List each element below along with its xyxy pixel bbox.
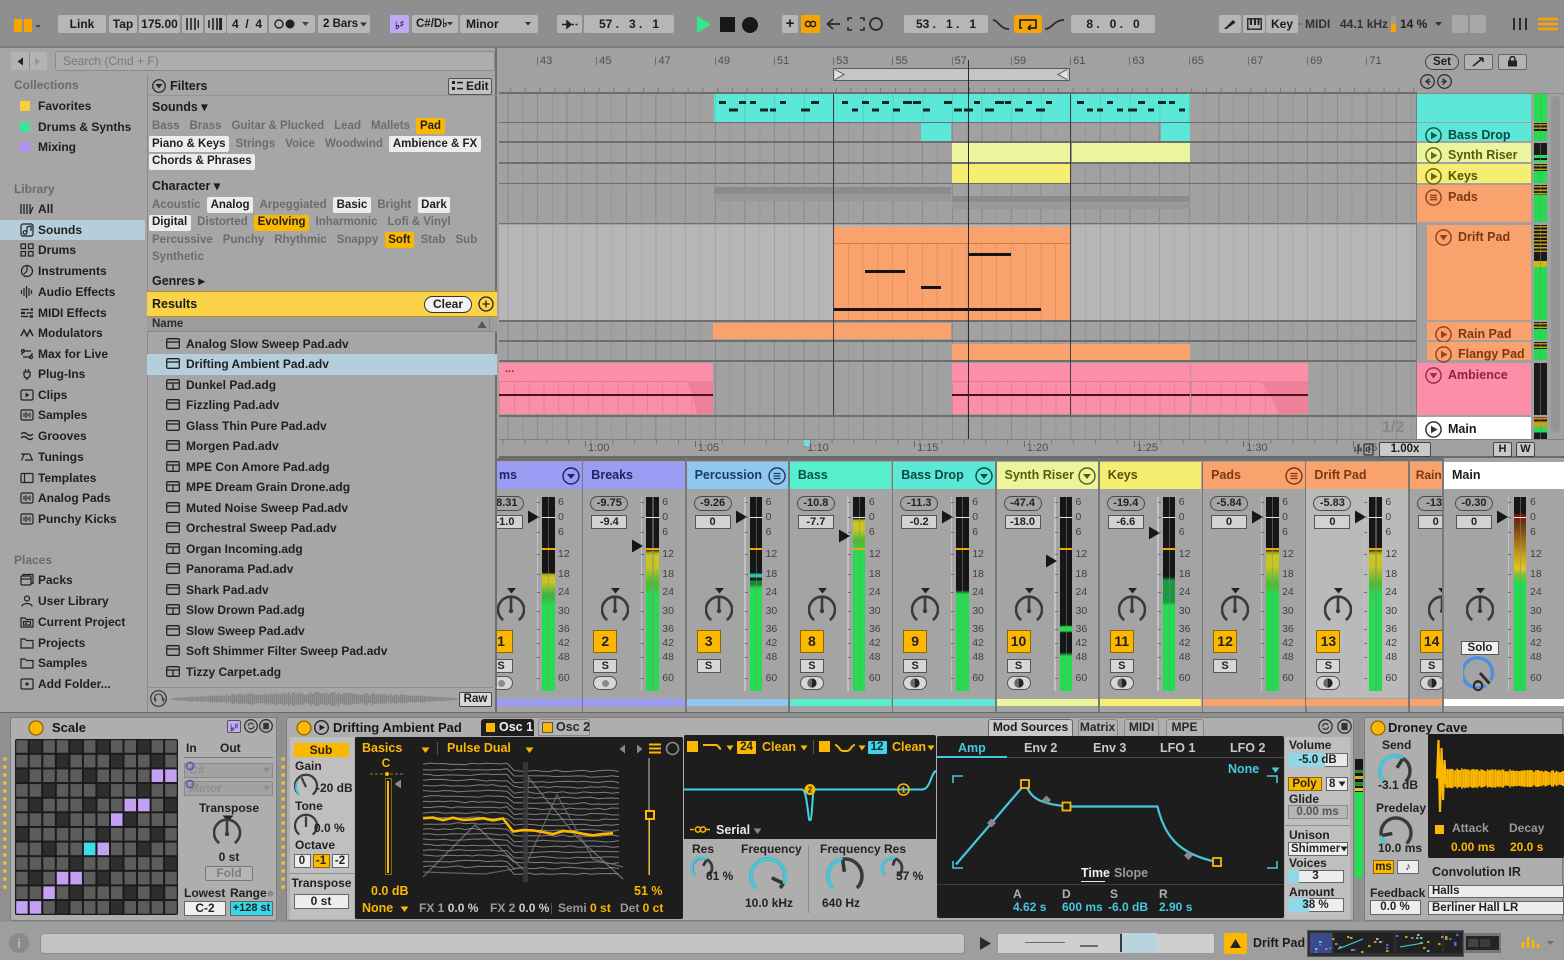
svg-text:2: 2 (807, 785, 812, 794)
svg-text:i: i (17, 936, 21, 951)
svg-text:1: 1 (901, 785, 906, 794)
